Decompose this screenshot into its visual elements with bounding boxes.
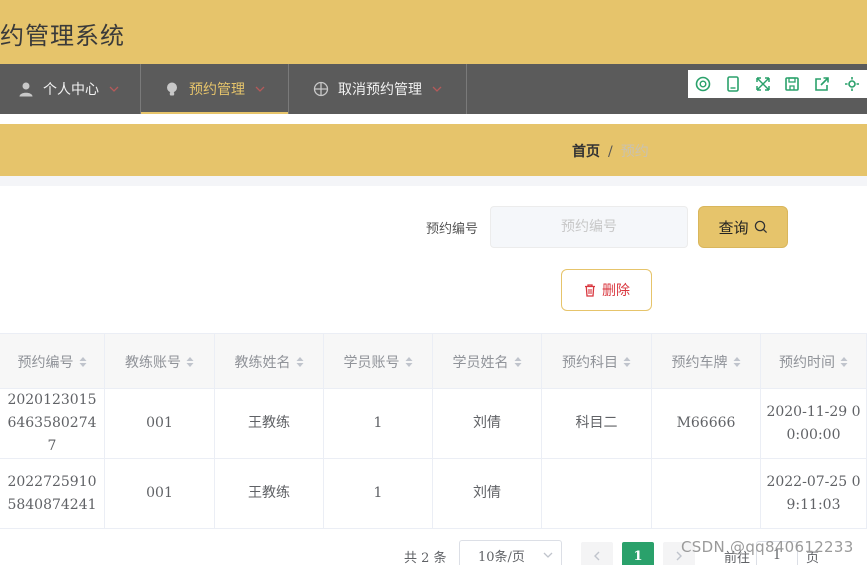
trash-icon — [585, 284, 595, 297]
table-cell: 202012301564635802747 — [0, 389, 105, 458]
breadcrumb-bar: 首页 / 预约 — [0, 124, 867, 176]
table-cell: M66666 — [652, 389, 761, 458]
table-cell: 001 — [105, 459, 215, 528]
save-icon[interactable] — [777, 70, 807, 98]
nav-item-label: 个人中心 — [43, 82, 99, 98]
column-header-label: 预约时间 — [779, 354, 835, 371]
watermark: CSDN @qq840612233 — [681, 538, 854, 556]
column-header[interactable]: 学员账号 — [324, 334, 433, 389]
table-cell: 2022-07-25 09:11:03 — [761, 459, 867, 528]
table-header: 预约编号 教练账号 教练姓名 学员账号 学员姓名 预约科目 预约车牌 预约时间 — [0, 333, 867, 389]
column-header[interactable]: 预约编号 — [0, 334, 105, 389]
section-divider — [0, 176, 867, 186]
crosshair-icon — [313, 81, 329, 97]
column-header[interactable]: 教练姓名 — [215, 334, 324, 389]
column-header-label: 预约编号 — [17, 354, 74, 371]
nav-item-label: 预约管理 — [189, 82, 245, 98]
breadcrumb-home[interactable]: 首页 — [572, 144, 600, 160]
page-number-button[interactable]: 1 — [622, 542, 654, 565]
breadcrumb-separator: / — [608, 144, 613, 160]
user-icon — [19, 82, 33, 97]
prev-page-button[interactable] — [581, 542, 613, 565]
sort-icon[interactable] — [186, 356, 194, 368]
chevron-down-icon — [255, 86, 265, 92]
sort-icon[interactable] — [514, 356, 522, 368]
bulb-icon — [167, 82, 177, 96]
delete-button[interactable]: 删除 — [561, 269, 652, 311]
column-header[interactable]: 预约时间 — [761, 334, 867, 389]
chevron-down-icon — [432, 86, 442, 92]
table-cell — [652, 459, 761, 528]
table-cell: 科目二 — [542, 389, 652, 458]
page-size-select[interactable]: 10条/页 — [459, 540, 562, 565]
column-header[interactable]: 预约科目 — [542, 334, 652, 389]
table-row[interactable]: 202012301564635802747 001 王教练 1 刘倩 科目二 M… — [0, 389, 867, 459]
column-header[interactable]: 预约车牌 — [652, 334, 761, 389]
breadcrumb-current: 预约 — [620, 144, 649, 160]
title-bar: 约管理系统 — [0, 0, 867, 64]
table-cell: 刘倩 — [433, 459, 542, 528]
delete-button-label: 删除 — [602, 283, 630, 299]
page-size-value: 10条/页 — [478, 549, 525, 565]
nav-item-label: 取消预约管理 — [338, 82, 422, 98]
nav-item-appointment-management[interactable]: 预约管理 — [141, 64, 289, 114]
table-cell — [542, 459, 652, 528]
table-cell: 001 — [105, 389, 215, 458]
table-cell: 2020-11-29 00:00:00 — [761, 389, 867, 458]
table-cell: 1 — [324, 389, 433, 458]
column-header[interactable]: 学员姓名 — [433, 334, 542, 389]
table-row[interactable]: 20227259105840874241 001 王教练 1 刘倩 2022-0… — [0, 459, 867, 529]
table-cell: 王教练 — [215, 389, 324, 458]
column-header-label: 教练姓名 — [234, 354, 291, 371]
table-cell: 王教练 — [215, 459, 324, 528]
pagination-total: 共 2 条 — [404, 551, 447, 565]
search-tool-icon[interactable] — [688, 70, 718, 98]
search-icon — [754, 220, 767, 234]
sort-icon[interactable] — [733, 356, 741, 368]
table-cell: 20227259105840874241 — [0, 459, 105, 528]
search-input[interactable] — [490, 206, 688, 248]
breadcrumb: 首页 / 预约 — [572, 141, 649, 161]
table-cell: 刘倩 — [433, 389, 542, 458]
column-header-label: 学员姓名 — [452, 354, 509, 371]
column-header-label: 教练账号 — [125, 354, 181, 371]
nav-item-cancel-appointment-management[interactable]: 取消预约管理 — [289, 64, 467, 114]
floating-toolbox — [688, 70, 867, 98]
search-label: 预约编号 — [426, 222, 479, 237]
column-header-label: 学员账号 — [343, 354, 400, 371]
settings-icon[interactable] — [837, 70, 867, 98]
column-header-label: 预约车牌 — [671, 354, 728, 371]
nav-item-personal-center[interactable]: 个人中心 — [0, 64, 141, 114]
sort-icon[interactable] — [79, 356, 87, 368]
fullscreen-icon[interactable] — [748, 70, 778, 98]
search-button[interactable]: 查询 — [698, 206, 788, 248]
share-icon[interactable] — [807, 70, 837, 98]
chevron-down-icon — [109, 86, 119, 92]
chevron-left-icon — [594, 551, 600, 561]
sort-icon[interactable] — [623, 356, 631, 368]
sort-icon[interactable] — [840, 356, 848, 368]
search-button-label: 查询 — [718, 218, 749, 237]
chevron-down-icon — [543, 552, 553, 558]
sort-icon[interactable] — [296, 356, 304, 368]
column-header-label: 预约科目 — [562, 354, 618, 371]
column-header[interactable]: 教练账号 — [105, 334, 215, 389]
sort-icon[interactable] — [405, 356, 413, 368]
tablet-icon[interactable] — [718, 70, 748, 98]
app-title: 约管理系统 — [0, 22, 125, 50]
table-cell: 1 — [324, 459, 433, 528]
